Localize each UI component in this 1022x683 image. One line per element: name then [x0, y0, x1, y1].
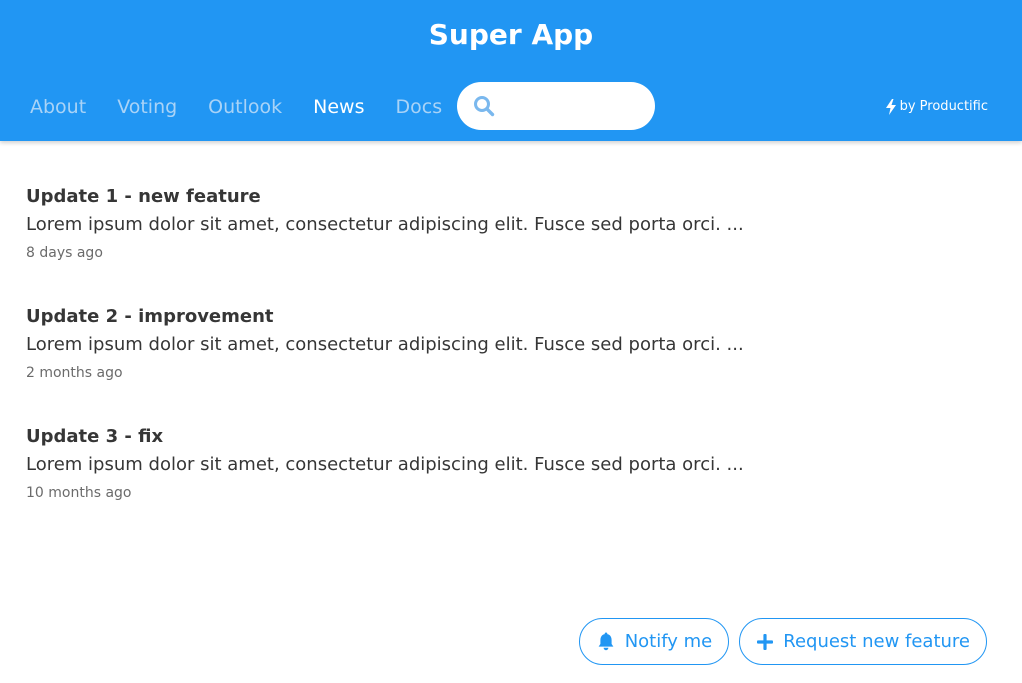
brand-label: by Productific	[899, 99, 988, 114]
nav-item-docs[interactable]: Docs	[396, 94, 443, 120]
nav-item-about[interactable]: About	[30, 94, 86, 120]
news-timestamp: 2 months ago	[26, 365, 123, 381]
request-feature-button[interactable]: Request new feature	[739, 618, 987, 665]
notify-me-label: Notify me	[624, 631, 713, 652]
search-icon	[474, 96, 495, 117]
news-timestamp: 10 months ago	[26, 485, 132, 501]
news-item: Update 1 - new feature Lorem ipsum dolor…	[26, 184, 986, 304]
news-timestamp: 8 days ago	[26, 245, 103, 261]
nav-item-news[interactable]: News	[313, 94, 364, 120]
main-nav: About Voting Outlook News Docs	[30, 94, 473, 120]
request-feature-label: Request new feature	[783, 631, 970, 652]
news-title[interactable]: Update 2 - improvement	[26, 304, 986, 330]
search-input[interactable]	[505, 92, 645, 122]
news-body: Lorem ipsum dolor sit amet, consectetur …	[26, 334, 744, 355]
news-body: Lorem ipsum dolor sit amet, consectetur …	[26, 214, 744, 235]
nav-item-outlook[interactable]: Outlook	[208, 94, 282, 120]
news-body: Lorem ipsum dolor sit amet, consectetur …	[26, 454, 744, 475]
news-title[interactable]: Update 3 - fix	[26, 424, 986, 450]
search-box[interactable]	[457, 82, 655, 130]
news-title[interactable]: Update 1 - new feature	[26, 184, 986, 210]
notify-me-button[interactable]: Notify me	[578, 618, 730, 665]
news-list: Update 1 - new feature Lorem ipsum dolor…	[26, 184, 986, 544]
app-header: Super App About Voting Outlook News Docs…	[0, 0, 1022, 141]
news-item: Update 3 - fix Lorem ipsum dolor sit ame…	[26, 424, 986, 544]
bolt-icon	[885, 99, 896, 115]
nav-item-voting[interactable]: Voting	[117, 94, 177, 120]
bell-icon	[598, 632, 614, 650]
app-title: Super App	[428, 18, 594, 51]
plus-icon	[757, 633, 774, 650]
action-buttons: Notify me Request new feature	[569, 618, 987, 665]
brand-link[interactable]: by Productific	[885, 97, 988, 117]
news-item: Update 2 - improvement Lorem ipsum dolor…	[26, 304, 986, 424]
